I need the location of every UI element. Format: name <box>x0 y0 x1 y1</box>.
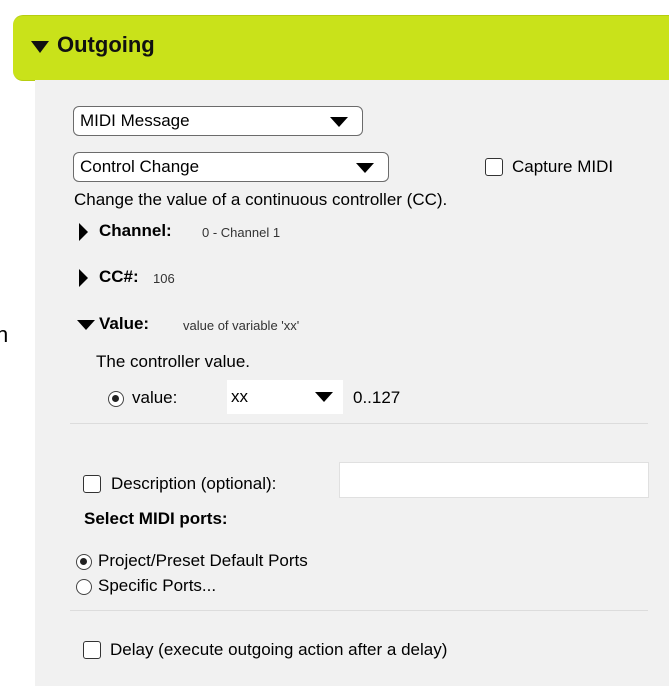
message-type-value: MIDI Message <box>80 111 190 130</box>
delay-label: Delay (execute outgoing action after a d… <box>110 640 448 659</box>
channel-value: 0 - Channel 1 <box>202 225 281 240</box>
message-type-dropdown[interactable]: MIDI Message <box>73 106 363 136</box>
variable-select[interactable]: xx <box>227 380 343 414</box>
capture-midi-checkbox[interactable] <box>485 158 503 176</box>
message-kind-value: Control Change <box>80 157 200 176</box>
default-ports-radio[interactable] <box>76 554 92 570</box>
value-label[interactable]: Value: <box>99 314 149 334</box>
cc-label[interactable]: CC#: <box>99 267 139 287</box>
message-description: Change the value of a continuous control… <box>74 190 448 209</box>
dropdown-arrow-icon <box>315 392 333 402</box>
expand-triangle-icon[interactable] <box>79 223 88 241</box>
default-ports-label: Project/Preset Default Ports <box>98 551 308 570</box>
specific-ports-label: Specific Ports... <box>98 576 217 595</box>
expand-triangle-icon[interactable] <box>79 269 88 287</box>
section-title: Outgoing <box>57 32 155 57</box>
collapse-triangle-icon[interactable] <box>31 41 49 53</box>
divider <box>70 423 648 424</box>
delay-checkbox[interactable] <box>83 641 101 659</box>
cc-value: 106 <box>153 271 175 286</box>
dropdown-arrow-icon <box>330 117 348 127</box>
capture-midi-label: Capture MIDI <box>512 157 614 176</box>
description-label: Description (optional): <box>111 474 277 493</box>
variable-select-value: xx <box>231 387 248 406</box>
clipped-edge-text: n <box>0 322 9 347</box>
specific-ports-radio[interactable] <box>76 579 92 595</box>
value-radio[interactable] <box>108 391 124 407</box>
channel-label[interactable]: Channel: <box>99 221 172 241</box>
ports-heading: Select MIDI ports: <box>84 509 228 528</box>
outgoing-body: MIDI Message Control Change Capture MIDI… <box>35 80 669 686</box>
value-help-text: The controller value. <box>96 352 251 371</box>
message-kind-dropdown[interactable]: Control Change <box>73 152 389 182</box>
dropdown-arrow-icon <box>356 163 374 173</box>
description-checkbox[interactable] <box>83 475 101 493</box>
description-input[interactable] <box>339 462 649 498</box>
value-range: 0..127 <box>353 388 401 407</box>
outgoing-panel: Outgoing MIDI Message Control Change Cap… <box>13 15 669 686</box>
outgoing-section-header[interactable]: Outgoing <box>13 15 669 81</box>
value-radio-label: value: <box>132 388 178 407</box>
collapse-triangle-icon[interactable] <box>77 320 95 330</box>
value-summary: value of variable 'xx' <box>183 318 300 333</box>
divider <box>70 610 648 611</box>
